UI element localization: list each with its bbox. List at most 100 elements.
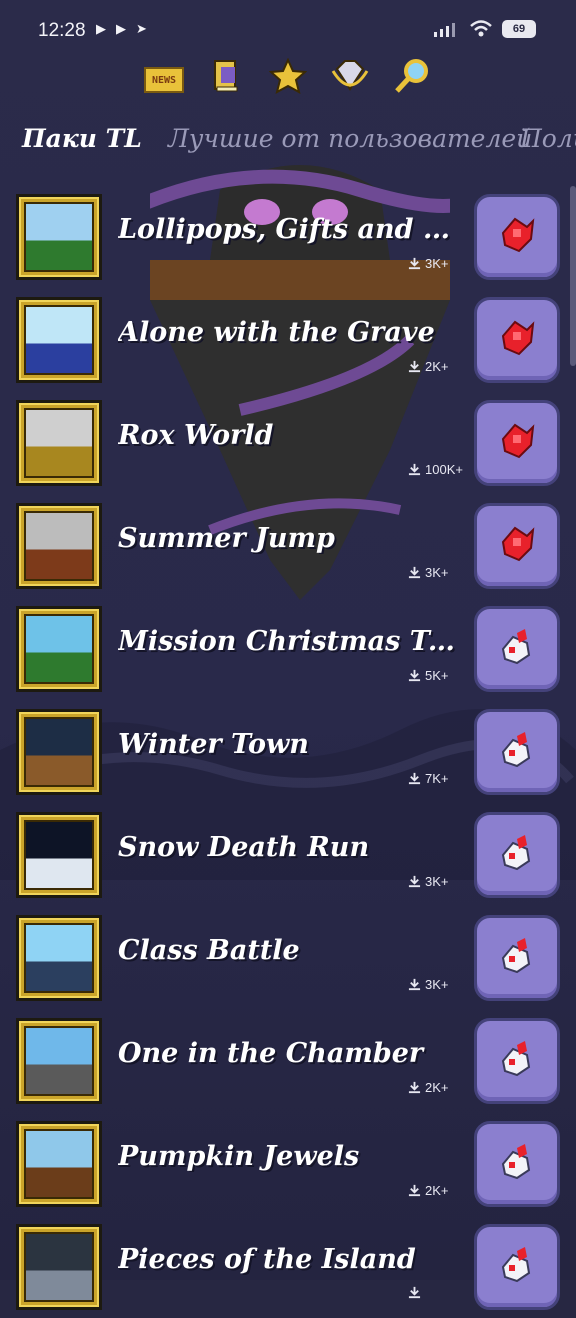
pack-art <box>24 820 94 890</box>
pack-title[interactable]: One in the Chamber <box>118 1038 458 1069</box>
pack-row[interactable]: One in the Chamber 2K+ <box>0 1016 576 1112</box>
play-icon: ▶ <box>96 22 106 37</box>
download-count: 3K+ <box>408 874 449 889</box>
pack-art <box>24 614 94 684</box>
get-pack-button[interactable] <box>474 709 560 795</box>
pack-title[interactable]: Class Battle <box>118 935 458 966</box>
get-pack-button[interactable] <box>474 400 560 486</box>
download-count: 5K+ <box>408 668 449 683</box>
tab-best-from-users[interactable]: Лучшие от пользователей <box>168 124 532 153</box>
pack-thumbnail[interactable] <box>16 709 102 795</box>
news-icon: NEWS <box>144 67 184 93</box>
gift-bag-icon <box>495 831 539 879</box>
book-button[interactable] <box>206 56 246 96</box>
pack-row[interactable]: Pumpkin Jewels 2K+ <box>0 1119 576 1215</box>
pack-thumbnail[interactable] <box>16 915 102 1001</box>
download-icon <box>408 257 421 270</box>
pack-title[interactable]: Winter Town <box>118 729 458 760</box>
play-icon-2: ▶ <box>116 22 126 37</box>
download-icon <box>408 875 421 888</box>
status-bar: 12:28 ▶ ▶ ➤ 69 <box>0 0 576 64</box>
pack-thumbnail[interactable] <box>16 400 102 486</box>
pack-art <box>24 305 94 375</box>
tab-users[interactable]: Поль <box>520 124 576 153</box>
pack-thumbnail[interactable] <box>16 503 102 589</box>
pack-thumbnail[interactable] <box>16 1018 102 1104</box>
download-count-value: 100K+ <box>425 462 463 477</box>
pack-row[interactable]: Class Battle 3K+ <box>0 913 576 1009</box>
search-button[interactable] <box>392 56 432 96</box>
download-icon <box>408 978 421 991</box>
battery-icon: 69 <box>502 20 536 38</box>
get-pack-button[interactable] <box>474 1224 560 1310</box>
pack-title[interactable]: Snow Death Run <box>118 832 458 863</box>
get-pack-button[interactable] <box>474 194 560 280</box>
pack-row[interactable]: Rox World 100K+ <box>0 398 576 494</box>
download-count: 2K+ <box>408 359 449 374</box>
status-time: 12:28 <box>38 20 86 41</box>
download-count: 2K+ <box>408 1183 449 1198</box>
pack-title[interactable]: Pieces of the Island <box>118 1244 458 1275</box>
download-count-value: 3K+ <box>425 977 449 992</box>
gift-bag-icon <box>495 728 539 776</box>
book-icon <box>214 60 238 92</box>
pack-title[interactable]: Pumpkin Jewels <box>118 1141 458 1172</box>
pack-title[interactable]: Summer Jump <box>118 523 458 554</box>
download-icon <box>408 360 421 373</box>
get-pack-button[interactable] <box>474 915 560 1001</box>
download-icon <box>408 1081 421 1094</box>
download-icon <box>408 566 421 579</box>
get-pack-button[interactable] <box>474 1121 560 1207</box>
download-count-value: 3K+ <box>425 256 449 271</box>
download-icon <box>408 669 421 682</box>
get-pack-button[interactable] <box>474 297 560 383</box>
download-count-value: 5K+ <box>425 668 449 683</box>
pack-title[interactable]: Alone with the Grave <box>118 317 458 348</box>
download-icon <box>408 772 421 785</box>
download-icon <box>408 1286 421 1299</box>
pack-row[interactable]: Mission Christmas Tree 5K+ <box>0 604 576 700</box>
top-icon-bar: NEWS <box>0 56 576 96</box>
red-gift-icon <box>495 316 539 364</box>
pack-row[interactable]: Alone with the Grave 2K+ <box>0 295 576 391</box>
download-count: 2K+ <box>408 1080 449 1095</box>
magnifier-icon <box>395 59 428 93</box>
pack-row[interactable]: Snow Death Run 3K+ <box>0 810 576 906</box>
pack-row[interactable]: Pieces of the Island <box>0 1222 576 1318</box>
pack-title[interactable]: Rox World <box>118 420 458 451</box>
red-gift-icon <box>495 213 539 261</box>
pack-art <box>24 1232 94 1302</box>
red-gift-icon <box>495 522 539 570</box>
news-button[interactable]: NEWS <box>144 56 184 96</box>
status-right: 69 <box>434 20 536 38</box>
tab-tl-packs[interactable]: Паки TL <box>22 124 142 153</box>
download-icon <box>408 463 421 476</box>
get-pack-button[interactable] <box>474 812 560 898</box>
pack-row[interactable]: Winter Town 7K+ <box>0 707 576 803</box>
pack-thumbnail[interactable] <box>16 194 102 280</box>
star-button[interactable] <box>268 56 308 96</box>
pack-thumbnail[interactable] <box>16 606 102 692</box>
download-count: 100K+ <box>408 462 463 477</box>
download-count-value: 3K+ <box>425 874 449 889</box>
get-pack-button[interactable] <box>474 503 560 589</box>
pack-art <box>24 1129 94 1199</box>
get-pack-button[interactable] <box>474 606 560 692</box>
pack-thumbnail[interactable] <box>16 1121 102 1207</box>
download-count-value: 2K+ <box>425 1080 449 1095</box>
pack-art <box>24 717 94 787</box>
download-count-value: 3K+ <box>425 565 449 580</box>
scrollbar[interactable] <box>570 186 576 366</box>
pack-thumbnail[interactable] <box>16 297 102 383</box>
download-count: 3K+ <box>408 565 449 580</box>
pack-title[interactable]: Mission Christmas Tree <box>118 626 458 657</box>
pack-title[interactable]: Lollipops, Gifts and Sa... <box>118 214 458 245</box>
pack-row[interactable]: Summer Jump 3K+ <box>0 501 576 597</box>
get-pack-button[interactable] <box>474 1018 560 1104</box>
wifi-icon <box>470 20 492 37</box>
star-icon <box>269 58 307 94</box>
gem-button[interactable] <box>330 56 370 96</box>
pack-thumbnail[interactable] <box>16 812 102 898</box>
pack-thumbnail[interactable] <box>16 1224 102 1310</box>
pack-row[interactable]: Lollipops, Gifts and Sa... 3K+ <box>0 192 576 288</box>
